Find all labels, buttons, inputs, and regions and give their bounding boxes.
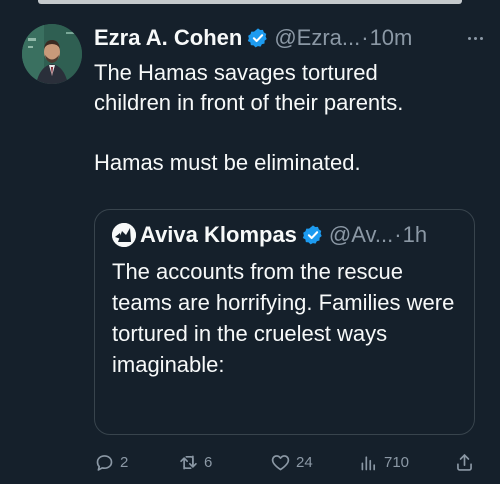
- like-count: 24: [296, 453, 313, 471]
- tweet-actions: 2 6 24 710: [94, 448, 484, 476]
- quoted-tweet[interactable]: Aviva Klompas @Av... · 1h The accounts f…: [94, 209, 475, 435]
- repost-count: 6: [204, 453, 213, 471]
- quoted-tweet-timestamp: 1h: [402, 222, 428, 247]
- tweet-timestamp[interactable]: 10m: [370, 25, 413, 51]
- quoted-author-handle: @Av...: [328, 222, 394, 247]
- views-icon: [361, 455, 376, 470]
- tweet-text-line: children in front of their parents.: [94, 90, 404, 115]
- heart-icon: [271, 454, 290, 470]
- tweet-text-line: Hamas must be eliminated.: [94, 150, 361, 175]
- tweet-text: The Hamas savages tortured children in fr…: [94, 58, 489, 178]
- more-icon[interactable]: [468, 22, 483, 54]
- like-button[interactable]: 24: [270, 448, 313, 476]
- quoted-author-avatar: [112, 223, 136, 247]
- author-handle[interactable]: @Ezra...: [274, 25, 360, 51]
- tweet-header: Ezra A. Cohen @Ezra... · 10m: [94, 22, 489, 54]
- repost-button[interactable]: 6: [178, 448, 212, 476]
- repost-icon: [180, 455, 197, 469]
- views-count: 710: [384, 453, 410, 471]
- verified-badge-icon: [302, 225, 322, 245]
- verified-badge-icon: [248, 28, 268, 48]
- separator-dot: ·: [361, 25, 369, 50]
- reply-count: 2: [120, 453, 129, 471]
- author-avatar[interactable]: [22, 24, 82, 84]
- views-button[interactable]: 710: [358, 448, 409, 476]
- tweet-text-spacer: [94, 118, 489, 148]
- quoted-tweet-header: Aviva Klompas @Av... · 1h: [112, 220, 462, 250]
- separator-dot: ·: [394, 222, 402, 247]
- quoted-author-name: Aviva Klompas: [140, 222, 297, 247]
- share-button[interactable]: [454, 448, 475, 476]
- author-name[interactable]: Ezra A. Cohen: [94, 25, 242, 51]
- share-icon: [457, 453, 472, 471]
- reply-icon: [96, 454, 113, 471]
- tweet[interactable]: Ezra A. Cohen @Ezra... · 10m The Hamas s…: [0, 0, 500, 484]
- tweet-text-line: The Hamas savages tortured: [94, 60, 378, 85]
- reply-button[interactable]: 2: [94, 448, 128, 476]
- quoted-tweet-text: The accounts from the rescue teams are h…: [112, 259, 455, 377]
- author-avatar-image: [22, 24, 82, 84]
- quoted-author-avatar-image: [112, 223, 136, 247]
